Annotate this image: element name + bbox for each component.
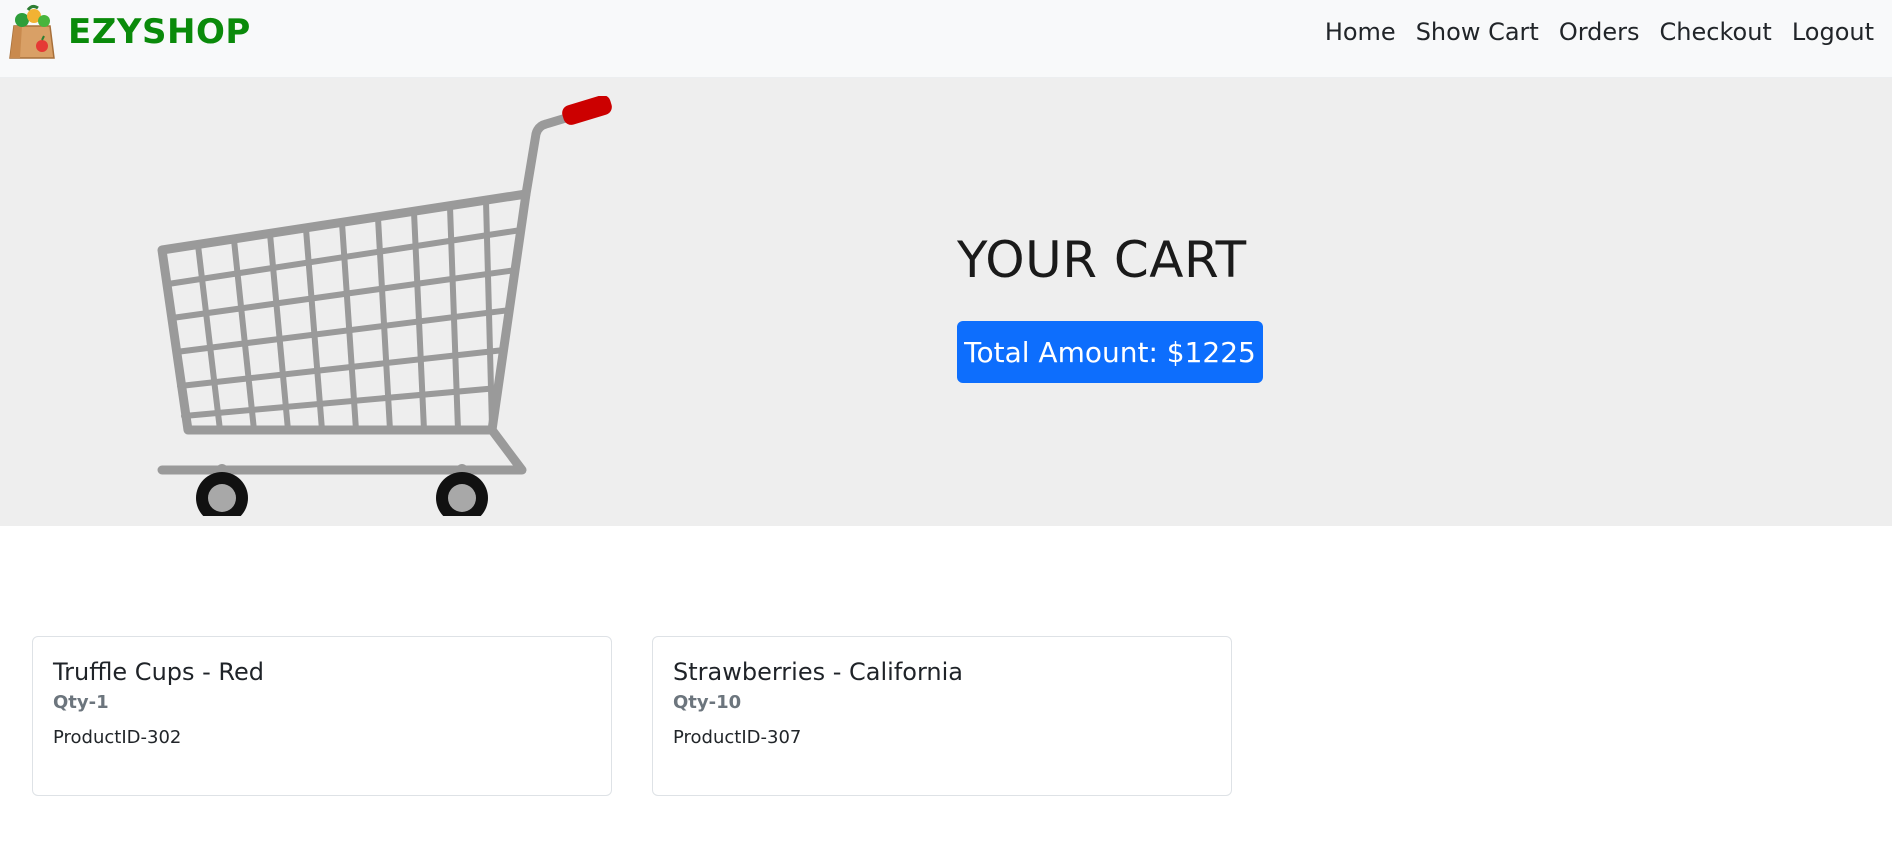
cart-item-qty: Qty-1 xyxy=(53,692,109,713)
nav-item-checkout: Checkout xyxy=(1650,18,1782,46)
nav-link-home[interactable]: Home xyxy=(1315,18,1406,46)
total-amount-button[interactable]: Total Amount: $1225 xyxy=(957,321,1263,383)
cart-item-card: Truffle Cups - Red Qty-1 ProductID-302 xyxy=(32,636,612,796)
nav-menu: Home Show Cart Orders Checkout Logout xyxy=(1315,12,1884,52)
brand-link[interactable]: EZYSHOP xyxy=(6,4,251,60)
brand-name: EZYSHOP xyxy=(68,12,251,52)
cart-item-name: Strawberries - California xyxy=(673,658,963,686)
nav-link-show-cart[interactable]: Show Cart xyxy=(1406,18,1549,46)
cart-item-card: Strawberries - California Qty-10 Product… xyxy=(652,636,1232,796)
cart-item-product-id: ProductID-302 xyxy=(53,727,182,748)
navbar: EZYSHOP Home Show Cart Orders Checkout L… xyxy=(0,0,1892,78)
shopping-bag-icon xyxy=(9,4,55,59)
nav-link-orders[interactable]: Orders xyxy=(1549,18,1650,46)
nav-link-checkout[interactable]: Checkout xyxy=(1650,18,1782,46)
nav-item-logout: Logout xyxy=(1782,18,1884,46)
nav-item-home: Home xyxy=(1315,18,1406,46)
nav-link-logout[interactable]: Logout xyxy=(1782,18,1884,46)
shopping-cart-icon xyxy=(157,96,612,516)
nav-item-orders: Orders xyxy=(1549,18,1650,46)
hero-banner: YOUR CART Total Amount: $1225 xyxy=(0,78,1892,526)
cart-item-name: Truffle Cups - Red xyxy=(53,658,265,686)
page-title: YOUR CART xyxy=(957,231,1247,289)
cart-item-qty: Qty-10 xyxy=(673,692,742,713)
total-amount-label: Total Amount: $1225 xyxy=(964,335,1256,369)
cart-item-product-id: ProductID-307 xyxy=(673,727,802,748)
nav-item-show-cart: Show Cart xyxy=(1406,18,1549,46)
